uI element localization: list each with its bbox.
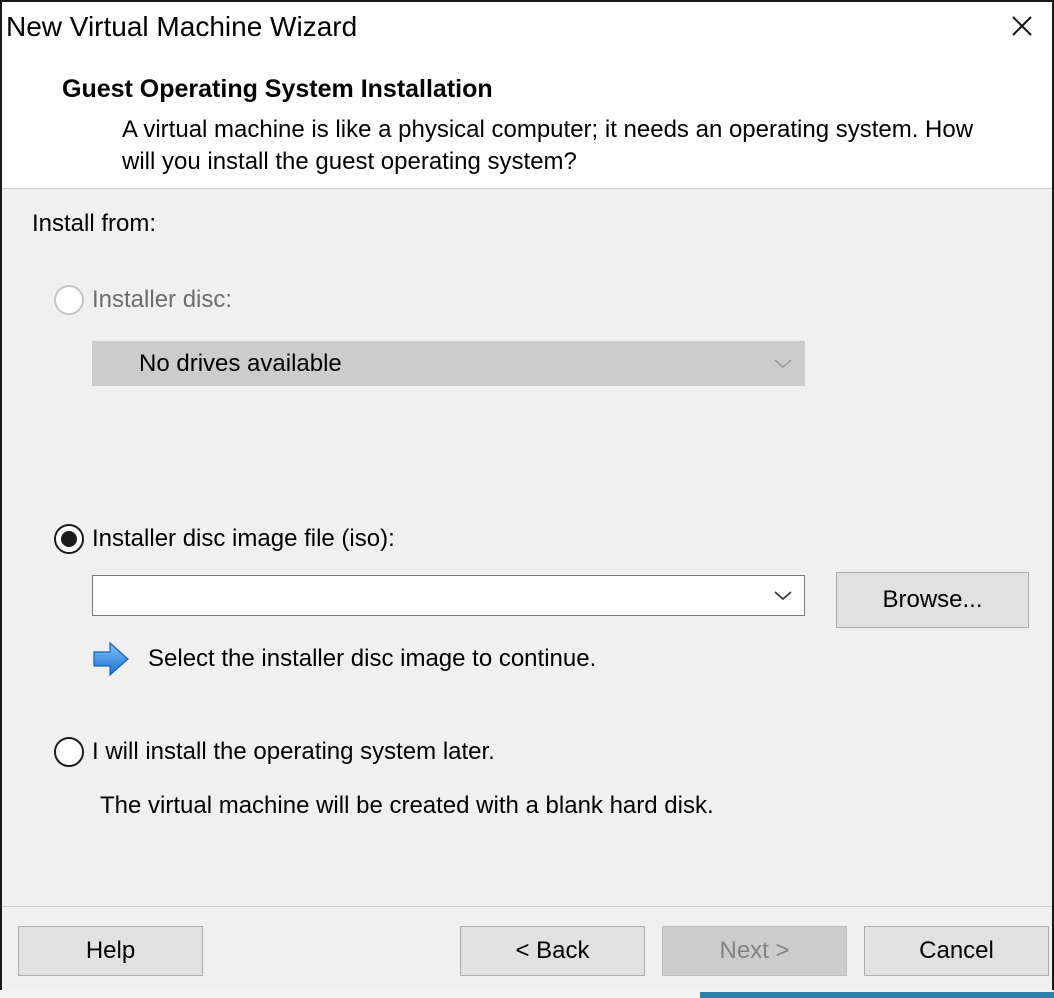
install-later-option[interactable]: I will install the operating system late… — [54, 735, 495, 769]
install-from-label: Install from: — [32, 210, 157, 237]
back-button[interactable]: < Back — [460, 926, 645, 976]
install-later-label: I will install the operating system late… — [92, 738, 495, 765]
close-icon — [1012, 16, 1032, 36]
cancel-button[interactable]: Cancel — [864, 926, 1049, 976]
footer-divider — [2, 906, 1052, 907]
desktop-background-accent — [700, 992, 1054, 998]
iso-option-label: Installer disc image file (iso): — [92, 525, 395, 552]
installer-disc-radio[interactable] — [54, 285, 84, 315]
header-panel: New Virtual Machine Wizard Guest Operati… — [2, 2, 1052, 189]
chevron-down-icon[interactable] — [774, 590, 792, 601]
chevron-down-icon — [774, 358, 792, 369]
radio-selected-dot — [61, 531, 77, 547]
iso-path-combobox[interactable] — [92, 575, 805, 616]
help-button[interactable]: Help — [18, 926, 203, 976]
window-title: New Virtual Machine Wizard — [6, 11, 358, 42]
wizard-window: New Virtual Machine Wizard Guest Operati… — [0, 0, 1054, 992]
iso-hint: Select the installer disc image to conti… — [92, 640, 596, 678]
iso-option[interactable]: Installer disc image file (iso): — [54, 522, 395, 556]
page-heading: Guest Operating System Installation — [62, 75, 493, 103]
installer-disc-dropdown[interactable]: No drives available — [92, 341, 805, 386]
install-later-radio[interactable] — [54, 737, 84, 767]
next-button[interactable]: Next > — [662, 926, 847, 976]
installer-disc-dropdown-value: No drives available — [139, 349, 342, 377]
install-later-description: The virtual machine will be created with… — [100, 792, 714, 819]
iso-radio[interactable] — [54, 524, 84, 554]
browse-button[interactable]: Browse... — [836, 572, 1029, 628]
iso-hint-text: Select the installer disc image to conti… — [148, 645, 597, 672]
page-subtext: A virtual machine is like a physical com… — [122, 116, 974, 175]
installer-disc-label: Installer disc: — [92, 286, 233, 313]
installer-disc-option[interactable]: Installer disc: — [54, 283, 232, 317]
arrow-right-icon — [93, 641, 129, 677]
close-button[interactable] — [1002, 6, 1042, 46]
